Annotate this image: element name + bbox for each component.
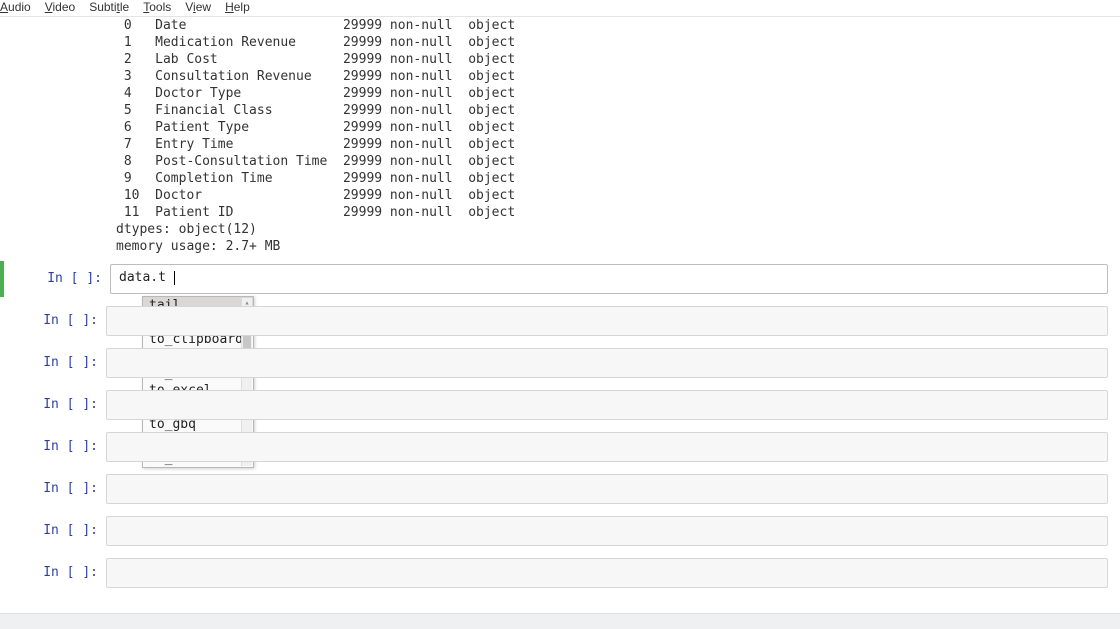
menu-audio[interactable]: Audio [0,0,31,14]
cell-input[interactable] [106,474,1108,504]
df-info-output: 0 Date 29999 non-null object 1 Medicatio… [116,17,1120,255]
cell-prompt: In [ ]: [0,348,106,370]
code-cell-active[interactable]: In [ ]: data.t [0,261,1120,297]
code-cell-empty[interactable]: In [ ]: [0,513,1120,549]
cell-input-active[interactable]: data.t [110,264,1108,294]
menu-subtitle[interactable]: Subtitle [89,0,129,14]
code-cell-empty[interactable]: In [ ]: [0,303,1120,339]
menu-help[interactable]: Help [225,0,250,14]
cell-prompt: In [ ]: [0,432,106,454]
cell-prompt: In [ ]: [0,516,106,538]
cell-input[interactable] [106,516,1108,546]
cell-prompt: In [ ]: [0,390,106,412]
code-cell-empty[interactable]: In [ ]: [0,471,1120,507]
cell-prompt: In [ ]: [0,558,106,580]
cell-prompt: In [ ]: [0,306,106,328]
notebook-area: 0 Date 29999 non-null object 1 Medicatio… [0,17,1120,591]
code-cell-empty[interactable]: In [ ]: [0,429,1120,465]
text-cursor [174,271,175,285]
menu-bar: Audio Video Subtitle Tools View Help [0,0,1120,17]
code-cell-empty[interactable]: In [ ]: [0,387,1120,423]
cell-input[interactable] [106,306,1108,336]
cell-input[interactable] [106,558,1108,588]
footer-bar [0,613,1120,629]
cell-input[interactable] [106,390,1108,420]
cell-prompt: In [ ]: [0,474,106,496]
cell-input[interactable] [106,348,1108,378]
code-text: data.t [119,270,166,285]
menu-view[interactable]: View [185,0,211,14]
code-cell-empty[interactable]: In [ ]: [0,345,1120,381]
cell-prompt: In [ ]: [4,264,110,286]
cell-input[interactable] [106,432,1108,462]
menu-tools[interactable]: Tools [143,0,171,14]
menu-video[interactable]: Video [45,0,75,14]
code-cell-empty[interactable]: In [ ]: [0,555,1120,591]
